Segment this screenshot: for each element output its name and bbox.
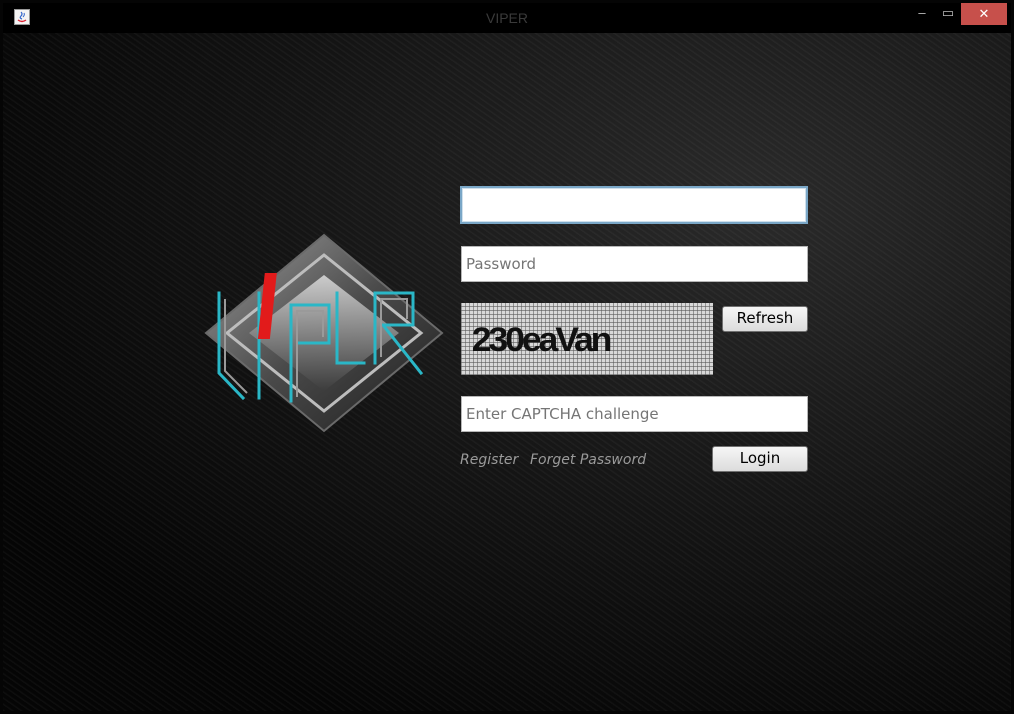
- login-button[interactable]: Login: [712, 446, 808, 472]
- forget-password-link[interactable]: Forget Password: [530, 452, 646, 468]
- password-input[interactable]: [461, 246, 808, 282]
- register-link[interactable]: Register: [460, 452, 518, 468]
- captcha-image: 230eaVan: [461, 303, 713, 375]
- maximize-button[interactable]: ▭: [935, 3, 961, 25]
- close-button[interactable]: ✕: [961, 3, 1007, 25]
- minimize-button[interactable]: ‒: [909, 3, 935, 25]
- login-panel: 230eaVan Refresh Register Forget Passwor…: [3, 33, 1011, 711]
- app-window: VIPER ‒ ▭ ✕ Password 230eaVan Refresh En…: [0, 0, 1014, 714]
- captcha-text: 230eaVan: [471, 321, 613, 359]
- viper-logo: [204, 233, 444, 433]
- refresh-captcha-button[interactable]: Refresh: [722, 306, 808, 332]
- captcha-input[interactable]: [461, 396, 808, 432]
- username-input[interactable]: [460, 186, 808, 224]
- window-title: VIPER: [485, 10, 528, 26]
- title-bar[interactable]: VIPER ‒ ▭ ✕: [3, 3, 1011, 33]
